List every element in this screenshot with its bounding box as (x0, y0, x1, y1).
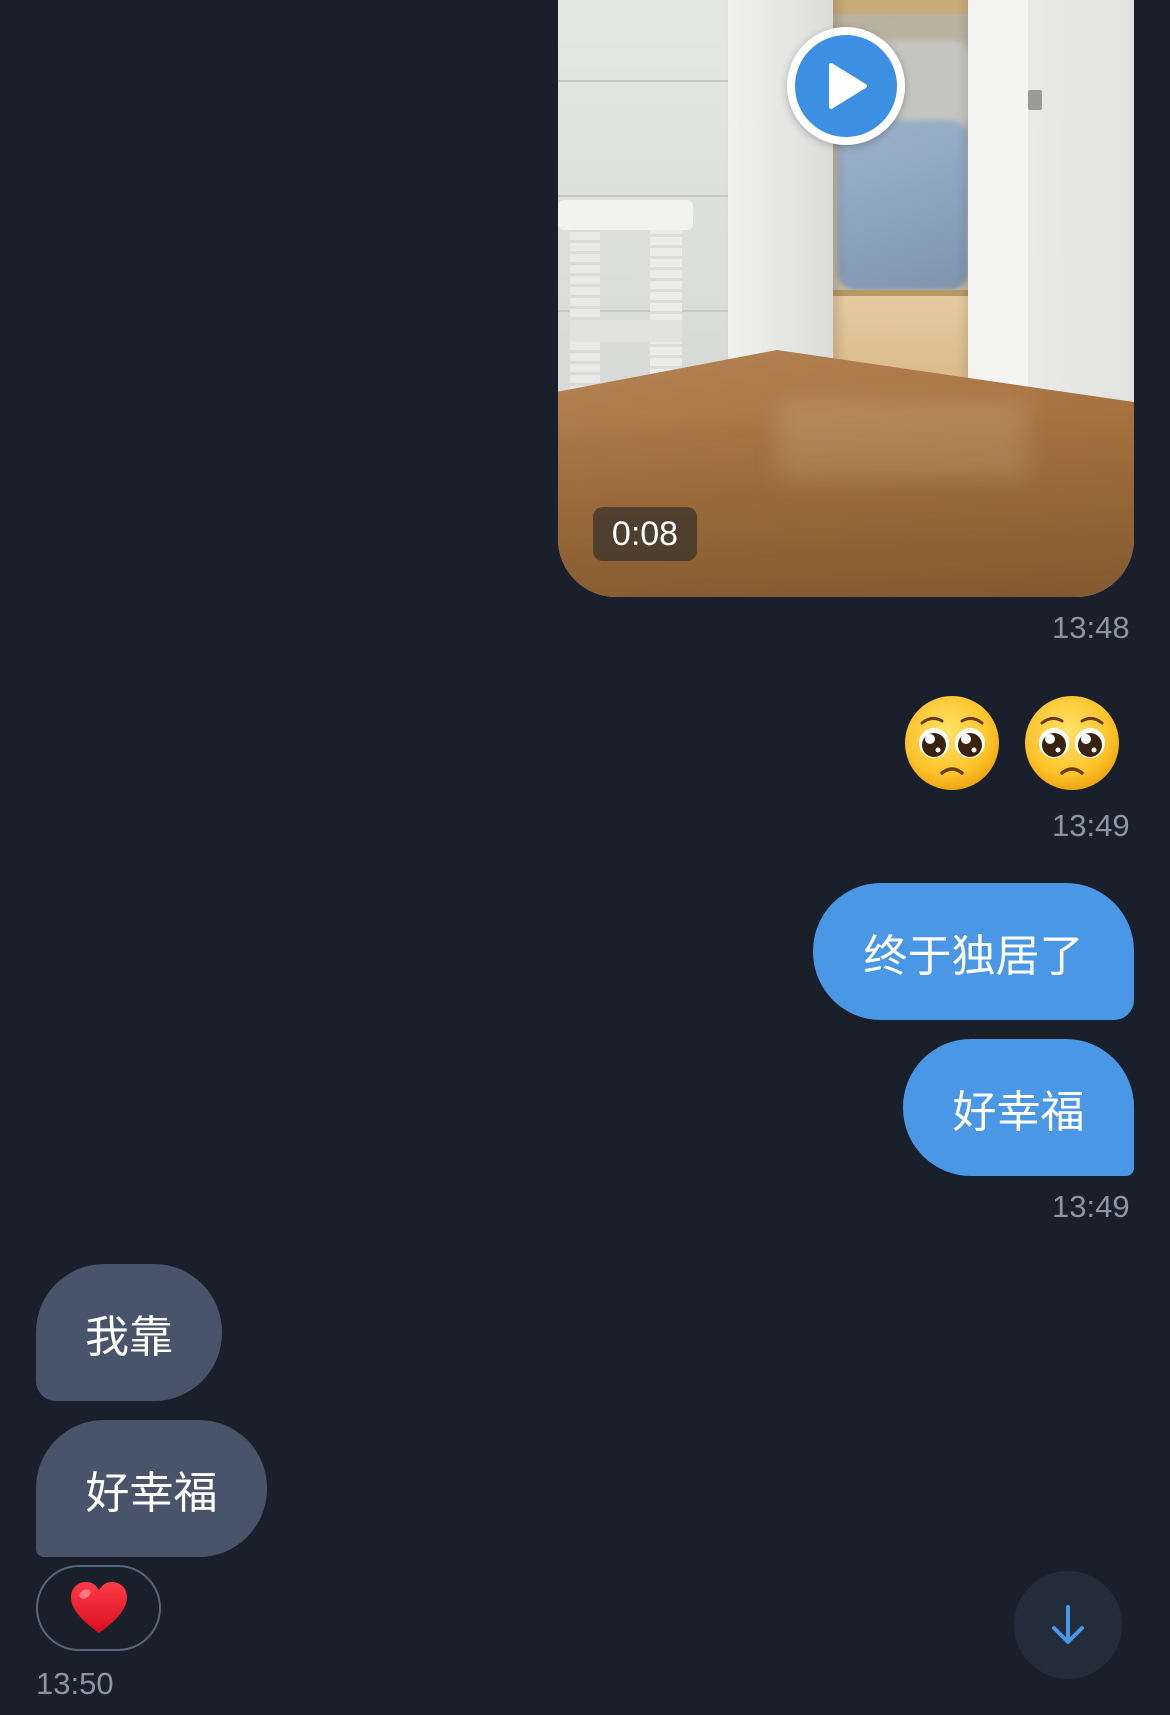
incoming-message[interactable]: 好幸福 (36, 1420, 267, 1557)
outgoing-timestamp: 13:49 (1052, 1189, 1130, 1224)
pleading-face-emoji (905, 696, 999, 790)
scroll-to-bottom-button[interactable] (1014, 1571, 1122, 1679)
outgoing-message[interactable]: 好幸福 (903, 1039, 1134, 1176)
pleading-face-emoji (1025, 696, 1119, 790)
video-duration: 0:08 (593, 507, 697, 561)
incoming-message[interactable]: 我靠 (36, 1264, 222, 1401)
play-icon (829, 63, 867, 109)
emoji-timestamp: 13:49 (1052, 808, 1130, 843)
incoming-timestamp: 13:50 (36, 1666, 114, 1701)
heart-reaction[interactable] (36, 1565, 161, 1651)
video-message[interactable]: 0:08 (558, 0, 1134, 597)
video-timestamp: 13:48 (1052, 610, 1130, 645)
heart-icon (70, 1582, 127, 1633)
play-button[interactable] (787, 27, 905, 145)
arrow-down-icon (1052, 1605, 1084, 1644)
emoji-message[interactable] (902, 693, 1122, 793)
chat-view[interactable]: 0:08 13:48 13:49 终于独居了 好幸福 13:49 我靠 好幸福 … (0, 0, 1170, 1715)
outgoing-message[interactable]: 终于独居了 (813, 883, 1134, 1020)
